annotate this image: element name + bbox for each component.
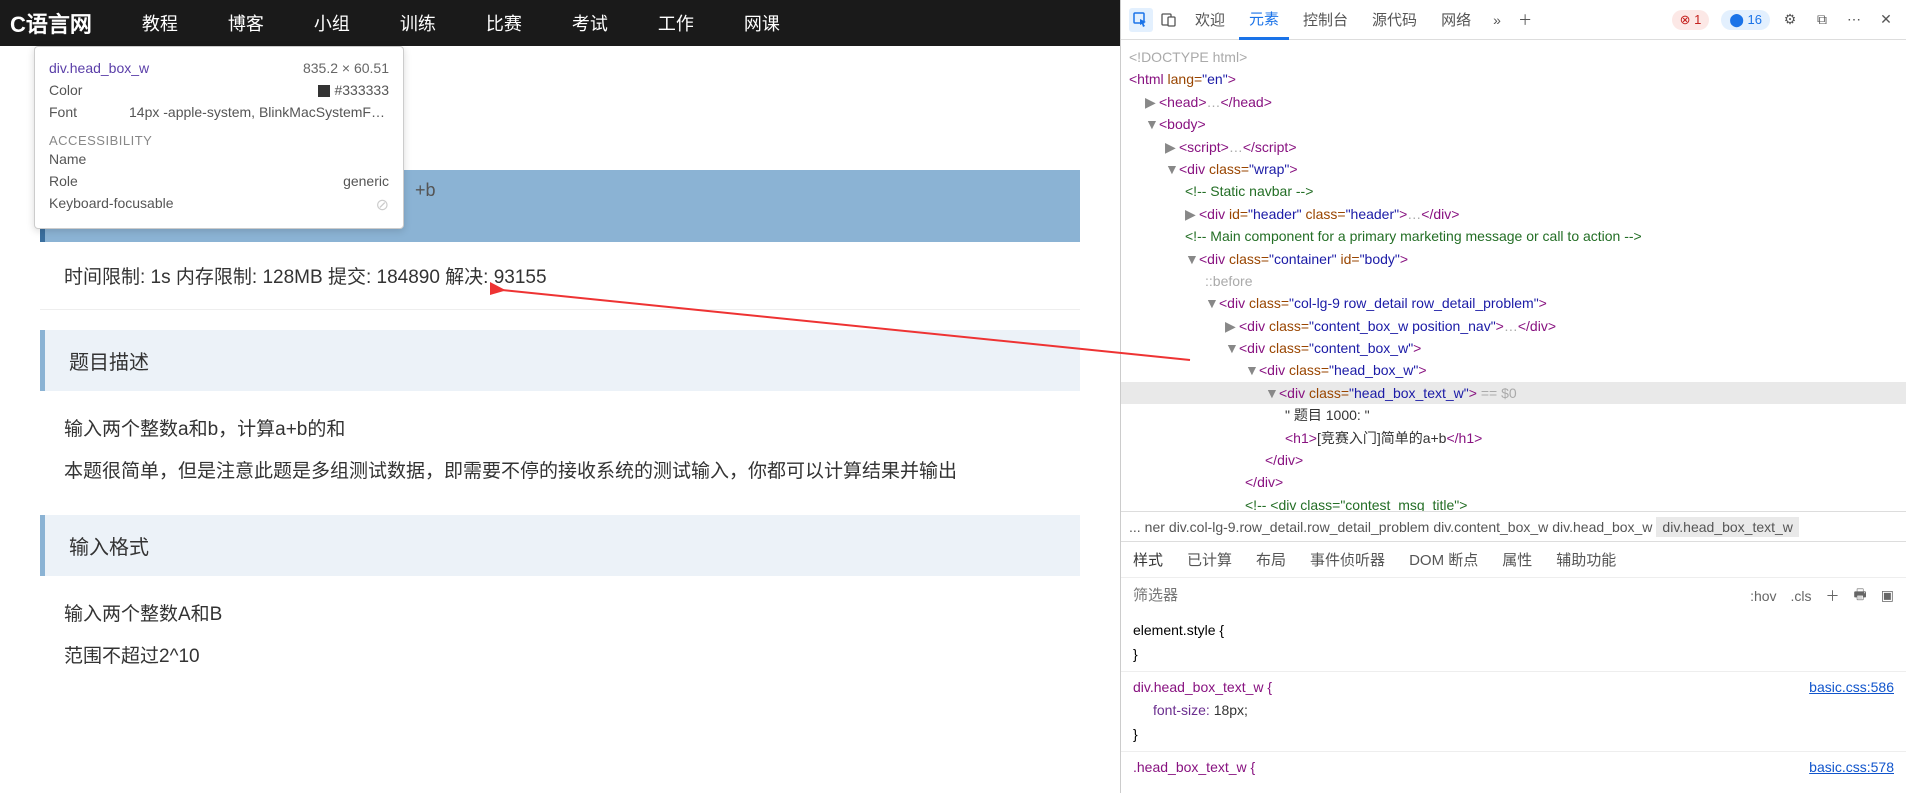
device-icon[interactable] (1157, 8, 1181, 32)
tooltip-font-label: Font (49, 104, 77, 120)
desc-line2: 本题很简单，但是注意此题是多组测试数据，即需要不停的接收系统的测试输入，你都可以… (64, 453, 1056, 491)
tab-elements[interactable]: 元素 (1239, 0, 1289, 40)
warn-badge[interactable]: ⬤ 16 (1721, 10, 1770, 30)
tab-sources[interactable]: 源代码 (1362, 0, 1427, 40)
styles-tab-computed[interactable]: 已计算 (1187, 549, 1232, 570)
styles-filter: :hov .cls ＋ 🖶 ▣ (1121, 577, 1906, 613)
input-body: 输入两个整数A和B 范围不超过2^10 (40, 576, 1080, 700)
nav-item-group[interactable]: 小组 (314, 10, 350, 36)
styles-tab-event[interactable]: 事件侦听器 (1310, 549, 1385, 570)
tooltip-name-label: Name (49, 151, 86, 167)
devtools-toolbar: 欢迎 元素 控制台 源代码 网络 » ＋ ⊗ 1 ⬤ 16 ⚙ ⧉ ⋯ ✕ (1121, 0, 1906, 40)
tooltip-accessibility-head: ACCESSIBILITY (49, 133, 389, 148)
desc-body: 输入两个整数a和b，计算a+b的和 本题很简单，但是注意此题是多组测试数据，即需… (40, 391, 1080, 515)
tooltip-kf-label: Keyboard-focusable (49, 195, 174, 215)
problem-content: 题目 1000: [竞赛入门]简单的a+b 时间限制: 1s 内存限制: 128… (0, 170, 1120, 700)
tooltip-role-value: generic (343, 173, 389, 189)
bc-selected[interactable]: div.head_box_text_w (1656, 517, 1799, 537)
navbar: C语言网 教程 博客 小组 训练 比赛 考试 工作 网课 (0, 0, 1120, 46)
add-rule-icon[interactable]: ＋ (1826, 586, 1840, 606)
tab-network[interactable]: 网络 (1431, 0, 1481, 40)
not-focusable-icon: ⊘ (376, 195, 389, 215)
inspect-icon[interactable] (1129, 8, 1153, 32)
input-line1: 输入两个整数A和B (64, 596, 1056, 634)
more-icon[interactable]: ⋯ (1842, 8, 1866, 32)
bc-more[interactable]: ... (1129, 519, 1141, 535)
hov-toggle[interactable]: :hov (1750, 588, 1776, 604)
bc-item[interactable]: div.content_box_w (1433, 519, 1548, 535)
tooltip-role-label: Role (49, 173, 78, 189)
breadcrumb: ... ner div.col-lg-9.row_detail.row_deta… (1121, 511, 1906, 541)
nav-item-exam[interactable]: 考试 (572, 10, 608, 36)
box-icon[interactable]: ▣ (1881, 587, 1894, 604)
nav-brand[interactable]: C语言网 (10, 7, 92, 39)
element-inspect-tooltip: div.head_box_w 835.2 × 60.51 Color #3333… (34, 46, 404, 229)
input-line2: 范围不超过2^10 (64, 638, 1056, 676)
bc-item[interactable]: div.head_box_w (1552, 519, 1652, 535)
error-badge[interactable]: ⊗ 1 (1672, 10, 1710, 30)
styles-tab-props[interactable]: 属性 (1502, 549, 1532, 570)
styles-tab-dom[interactable]: DOM 断点 (1409, 549, 1478, 570)
settings-icon[interactable]: ⚙ (1778, 8, 1802, 32)
tooltip-color-label: Color (49, 82, 82, 98)
desc-line1: 输入两个整数a和b，计算a+b的和 (64, 411, 1056, 449)
styles-tab-a11y[interactable]: 辅助功能 (1556, 549, 1616, 570)
bc-item[interactable]: ner (1145, 519, 1165, 535)
styles-panel[interactable]: element.style { } div.head_box_text_w {b… (1121, 613, 1906, 793)
styles-tab-layout[interactable]: 布局 (1256, 549, 1286, 570)
tab-welcome[interactable]: 欢迎 (1185, 0, 1235, 40)
close-icon[interactable]: ✕ (1874, 8, 1898, 32)
tooltip-selector: div.head_box_w (49, 60, 149, 76)
styles-tabs: 样式 已计算 布局 事件侦听器 DOM 断点 属性 辅助功能 (1121, 541, 1906, 577)
bc-item[interactable]: div.col-lg-9.row_detail.row_detail_probl… (1169, 519, 1429, 535)
annotation-arrow (490, 280, 1210, 380)
nav-item-blog[interactable]: 博客 (228, 10, 264, 36)
tab-console[interactable]: 控制台 (1293, 0, 1358, 40)
input-heading: 输入格式 (40, 515, 1080, 576)
selected-node[interactable]: ▼<div class="head_box_text_w"> == $0 (1121, 382, 1906, 404)
tooltip-dims: 835.2 × 60.51 (303, 60, 389, 76)
tooltip-color-value: #333333 (318, 82, 389, 98)
obscured-title-fragment: +b (415, 180, 436, 201)
nav-item-train[interactable]: 训练 (400, 10, 436, 36)
styles-tab-style[interactable]: 样式 (1133, 549, 1163, 570)
link-icon[interactable]: ⧉ (1810, 8, 1834, 32)
page-content: C语言网 教程 博客 小组 训练 比赛 考试 工作 网课 +b div.head… (0, 0, 1120, 793)
cls-toggle[interactable]: .cls (1791, 588, 1812, 604)
add-tab-icon[interactable]: ＋ (1513, 8, 1537, 32)
nav-item-contest[interactable]: 比赛 (486, 10, 522, 36)
nav-item-work[interactable]: 工作 (658, 10, 694, 36)
print-icon[interactable]: 🖶 (1854, 584, 1867, 608)
css-link[interactable]: basic.css:586 (1809, 676, 1894, 700)
nav-item-tutorial[interactable]: 教程 (142, 10, 178, 36)
nav-item-course[interactable]: 网课 (744, 10, 780, 36)
tooltip-font-value: 14px -apple-system, BlinkMacSystemFon... (129, 104, 389, 120)
devtools-panel: 欢迎 元素 控制台 源代码 网络 » ＋ ⊗ 1 ⬤ 16 ⚙ ⧉ ⋯ ✕ <!… (1120, 0, 1906, 793)
elements-tree[interactable]: <!DOCTYPE html> <html lang="en"> ▶<head>… (1121, 40, 1906, 511)
filter-input[interactable] (1133, 587, 1750, 604)
more-tabs-icon[interactable]: » (1485, 8, 1509, 32)
css-link[interactable]: basic.css:578 (1809, 756, 1894, 780)
